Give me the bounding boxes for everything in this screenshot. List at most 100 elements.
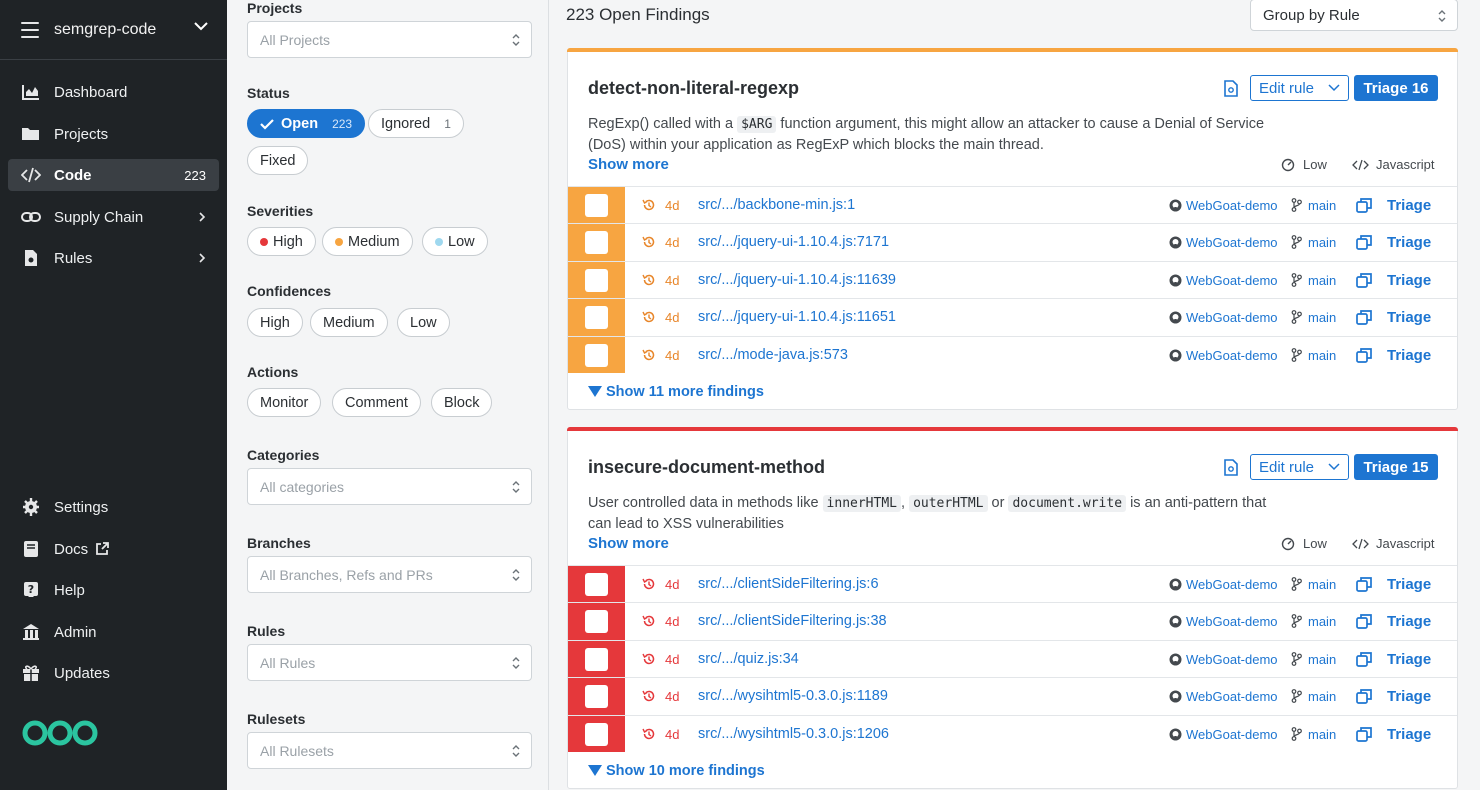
- rule-title[interactable]: detect-non-literal-regexp: [588, 78, 799, 99]
- finding-checkbox[interactable]: [585, 685, 608, 709]
- copy-icon[interactable]: [1356, 272, 1372, 288]
- copy-icon[interactable]: [1356, 688, 1372, 705]
- triage-link[interactable]: Triage: [1387, 651, 1431, 668]
- status-ignored-chip[interactable]: Ignored 1: [368, 109, 464, 138]
- edit-rule-button[interactable]: Edit rule: [1250, 75, 1349, 101]
- finding-path-link[interactable]: src/.../clientSideFiltering.js:6: [698, 576, 879, 592]
- finding-checkbox[interactable]: [585, 647, 608, 671]
- rule-title[interactable]: insecure-document-method: [588, 457, 825, 478]
- repo-link[interactable]: WebGoat-demo: [1186, 310, 1278, 325]
- finding-path-link[interactable]: src/.../jquery-ui-1.10.4.js:7171: [698, 234, 889, 250]
- confidence-medium-chip[interactable]: Medium: [310, 308, 388, 337]
- edit-rule-button[interactable]: Edit rule: [1250, 454, 1349, 480]
- finding-row[interactable]: 4d src/.../jquery-ui-1.10.4.js:7171 WebGoa…: [568, 223, 1457, 261]
- branch-link[interactable]: main: [1308, 235, 1336, 250]
- repo-link[interactable]: WebGoat-demo: [1186, 348, 1278, 363]
- copy-icon[interactable]: [1356, 309, 1372, 326]
- sidebar-item-projects[interactable]: Projects: [8, 118, 219, 150]
- sidebar-item-rules[interactable]: Rules: [8, 242, 219, 274]
- copy-icon[interactable]: [1356, 347, 1372, 363]
- show-more-findings-link[interactable]: Show 10 more findings: [588, 763, 765, 779]
- copy-icon[interactable]: [1356, 576, 1372, 592]
- copy-icon[interactable]: [1356, 197, 1372, 213]
- menu-icon[interactable]: [21, 22, 39, 38]
- triage-link[interactable]: Triage: [1387, 613, 1431, 630]
- sidebar-item-updates[interactable]: Updates: [8, 657, 219, 689]
- repo-link[interactable]: WebGoat-demo: [1186, 689, 1278, 704]
- copy-icon[interactable]: [1356, 726, 1372, 742]
- repo-link[interactable]: WebGoat-demo: [1186, 273, 1278, 288]
- branch-link[interactable]: main: [1308, 614, 1336, 629]
- triage-link[interactable]: Triage: [1387, 576, 1431, 593]
- org-switcher[interactable]: semgrep-code: [0, 0, 227, 60]
- sidebar-item-help[interactable]: ? Help: [8, 574, 219, 606]
- finding-checkbox[interactable]: [585, 573, 608, 596]
- status-open-chip[interactable]: Open 223: [247, 109, 366, 138]
- branch-link[interactable]: main: [1308, 727, 1336, 742]
- repo-link[interactable]: WebGoat-demo: [1186, 614, 1278, 629]
- repo-link[interactable]: WebGoat-demo: [1186, 652, 1278, 667]
- rule-doc-icon[interactable]: [1224, 80, 1238, 97]
- copy-icon[interactable]: [1356, 234, 1372, 251]
- finding-checkbox[interactable]: [585, 268, 608, 292]
- sidebar-item-docs[interactable]: Docs: [8, 533, 219, 565]
- confidence-low-chip[interactable]: Low: [397, 308, 450, 337]
- branch-link[interactable]: main: [1308, 198, 1336, 213]
- branch-link[interactable]: main: [1308, 273, 1336, 288]
- repo-link[interactable]: WebGoat-demo: [1186, 577, 1278, 592]
- finding-path-link[interactable]: src/.../wysihtml5-0.3.0.js:1206: [698, 726, 889, 742]
- rulesets-select[interactable]: All Rulesets: [247, 732, 532, 769]
- rules-select[interactable]: All Rules: [247, 644, 532, 681]
- finding-row[interactable]: 4d src/.../wysihtml5-0.3.0.js:1189 WebGoat…: [568, 677, 1457, 715]
- sidebar-item-dashboard[interactable]: Dashboard: [8, 76, 219, 108]
- repo-link[interactable]: WebGoat-demo: [1186, 198, 1278, 213]
- branch-link[interactable]: main: [1308, 310, 1336, 325]
- triage-link[interactable]: Triage: [1387, 347, 1431, 364]
- triage-link[interactable]: Triage: [1387, 726, 1431, 743]
- repo-link[interactable]: WebGoat-demo: [1186, 235, 1278, 250]
- finding-path-link[interactable]: src/.../backbone-min.js:1: [698, 197, 855, 213]
- action-monitor-chip[interactable]: Monitor: [247, 388, 322, 417]
- finding-row[interactable]: 4d src/.../clientSideFiltering.js:6 WebGoa…: [568, 565, 1457, 603]
- finding-checkbox[interactable]: [585, 194, 608, 217]
- action-comment-chip[interactable]: Comment: [332, 388, 421, 417]
- triage-link[interactable]: Triage: [1387, 272, 1431, 289]
- repo-link[interactable]: WebGoat-demo: [1186, 727, 1278, 742]
- finding-path-link[interactable]: src/.../quiz.js:34: [698, 651, 799, 667]
- finding-path-link[interactable]: src/.../jquery-ui-1.10.4.js:11639: [698, 272, 896, 288]
- sidebar-item-code[interactable]: Code 223: [8, 159, 219, 191]
- sidebar-item-supply-chain[interactable]: Supply Chain: [8, 201, 219, 233]
- action-block-chip[interactable]: Block: [431, 388, 493, 417]
- finding-checkbox[interactable]: [585, 722, 608, 746]
- copy-icon[interactable]: [1356, 651, 1372, 667]
- branch-link[interactable]: main: [1308, 577, 1336, 592]
- show-more-findings-link[interactable]: Show 11 more findings: [588, 384, 764, 400]
- group-by-select[interactable]: Group by Rule: [1250, 0, 1458, 31]
- categories-select[interactable]: All categories: [247, 468, 532, 505]
- finding-row[interactable]: 4d src/.../quiz.js:34 WebGoat-demo main Tria…: [568, 639, 1457, 678]
- rule-doc-icon[interactable]: [1224, 459, 1238, 476]
- finding-path-link[interactable]: src/.../clientSideFiltering.js:38: [698, 613, 887, 629]
- show-more-link[interactable]: Show more: [588, 156, 669, 173]
- triage-link[interactable]: Triage: [1387, 309, 1431, 326]
- copy-icon[interactable]: [1356, 613, 1372, 630]
- finding-row[interactable]: 4d src/.../jquery-ui-1.10.4.js:11639 WebGo…: [568, 260, 1457, 299]
- projects-select[interactable]: All Projects: [247, 21, 532, 58]
- finding-row[interactable]: 4d src/.../backbone-min.js:1 WebGoat-demo m…: [568, 186, 1457, 224]
- triage-link[interactable]: Triage: [1387, 197, 1431, 214]
- branch-link[interactable]: main: [1308, 652, 1336, 667]
- severity-high-chip[interactable]: High: [247, 227, 316, 256]
- sidebar-item-settings[interactable]: Settings: [8, 491, 219, 523]
- triage-all-button[interactable]: Triage 16: [1354, 75, 1438, 101]
- finding-path-link[interactable]: src/.../wysihtml5-0.3.0.js:1189: [698, 688, 888, 704]
- status-fixed-chip[interactable]: Fixed: [247, 146, 309, 175]
- finding-row[interactable]: 4d src/.../wysihtml5-0.3.0.js:1206 WebGoat…: [568, 714, 1457, 752]
- confidence-high-chip[interactable]: High: [247, 308, 303, 337]
- finding-path-link[interactable]: src/.../jquery-ui-1.10.4.js:11651: [698, 309, 896, 325]
- triage-link[interactable]: Triage: [1387, 234, 1431, 251]
- finding-checkbox[interactable]: [585, 231, 608, 255]
- severity-low-chip[interactable]: Low: [422, 227, 488, 256]
- finding-checkbox[interactable]: [585, 610, 608, 634]
- triage-all-button[interactable]: Triage 15: [1354, 454, 1438, 480]
- branches-select[interactable]: All Branches, Refs and PRs: [247, 556, 532, 593]
